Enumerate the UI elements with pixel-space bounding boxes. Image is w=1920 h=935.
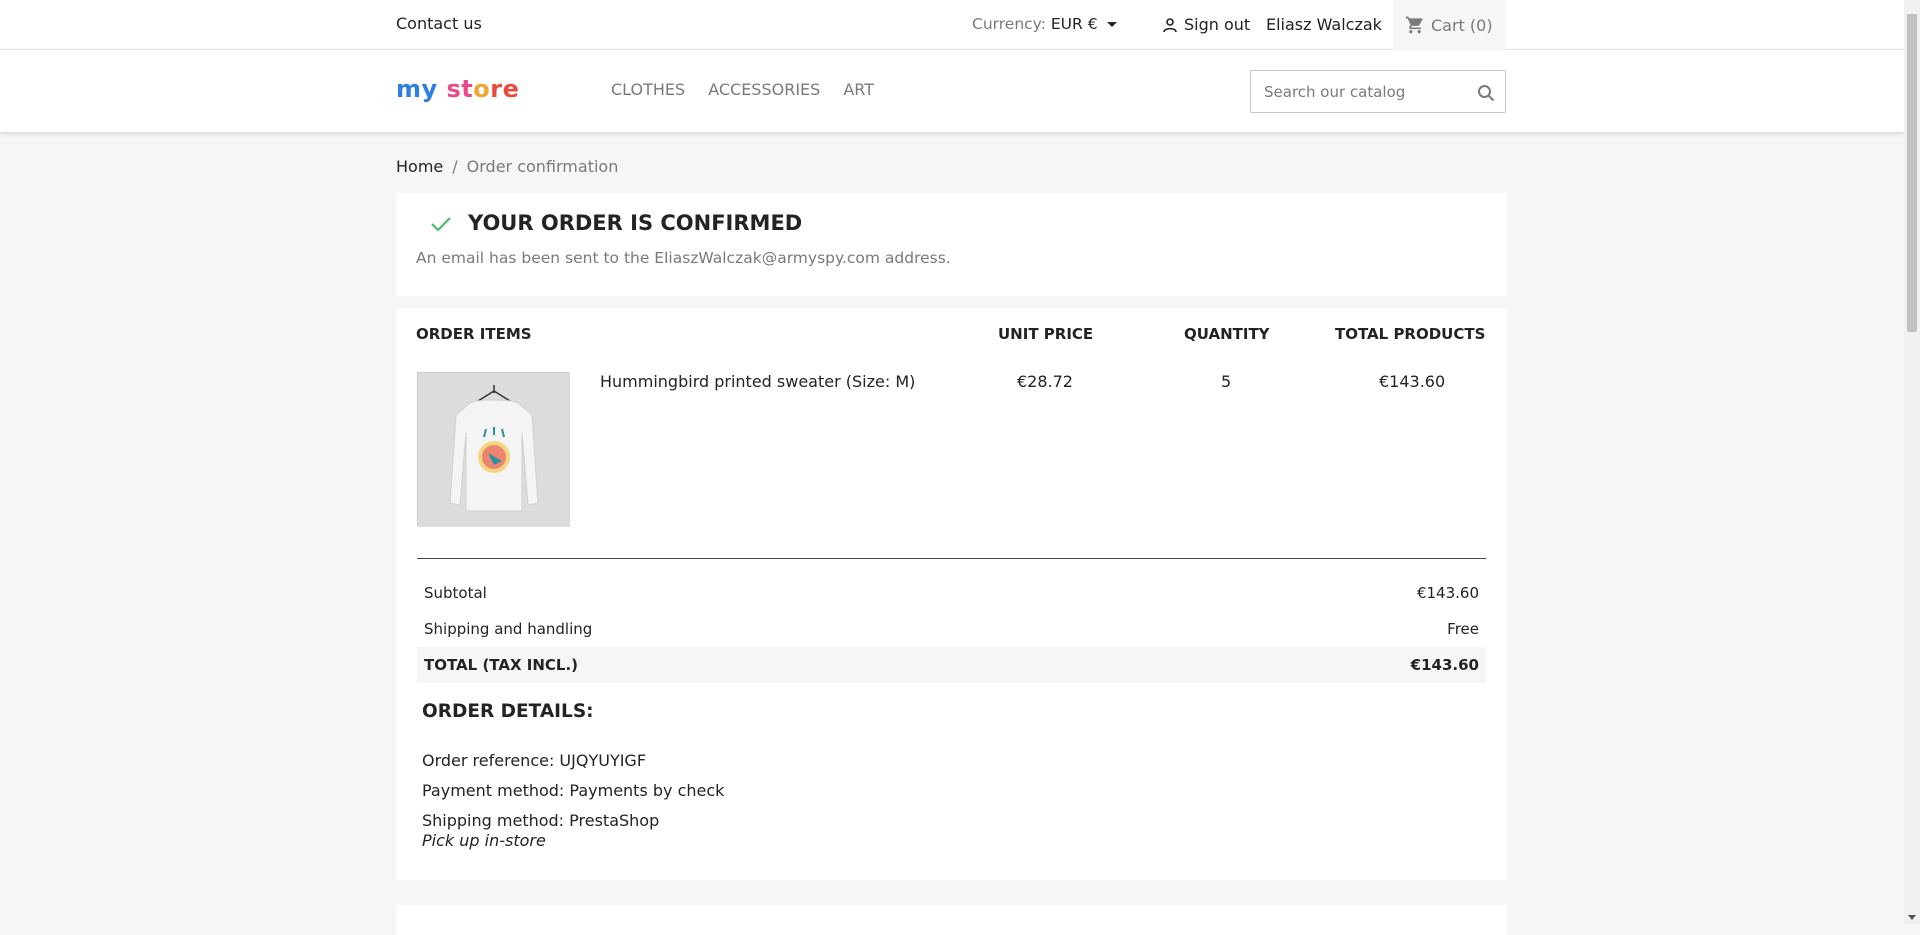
sweater-illustration xyxy=(418,373,570,527)
menu-item-accessories[interactable]: Accessories xyxy=(708,80,820,99)
total-value: €143.60 xyxy=(1410,656,1479,674)
payment-method: Payment method: Payments by check xyxy=(422,781,725,800)
subtotal-label: Subtotal xyxy=(424,584,487,602)
main-menu: Clothes Accessories Art xyxy=(611,80,874,99)
search-input[interactable] xyxy=(1262,82,1462,102)
menu-item-art[interactable]: Art xyxy=(843,80,874,99)
order-items-card: Order items Unit price Quantity Total pr… xyxy=(396,308,1507,880)
cart-button[interactable]: Cart (0) xyxy=(1393,0,1506,50)
product-quantity: 5 xyxy=(1221,372,1232,391)
currency-selector[interactable]: Currency: EUR € xyxy=(972,15,1117,33)
subtotal-row: Subtotal €143.60 xyxy=(417,575,1486,611)
breadcrumb-separator: / xyxy=(452,157,458,176)
search-icon[interactable] xyxy=(1477,84,1495,102)
store-logo[interactable]: my store xyxy=(396,75,519,103)
shipping-row: Shipping and handling Free xyxy=(417,611,1486,647)
shopping-cart-icon xyxy=(1405,16,1423,34)
product-unit-price: €28.72 xyxy=(1017,372,1073,391)
shipping-value: Free xyxy=(1447,620,1479,638)
cart-count: (0) xyxy=(1469,15,1493,35)
product-image xyxy=(417,372,570,527)
confirmation-card: Your order is confirmed An email has bee… xyxy=(396,193,1507,296)
caret-down-icon xyxy=(1106,22,1117,27)
product-name-link[interactable]: Hummingbird printed sweater (Size: M) xyxy=(600,372,915,391)
top-nav: Contact us Currency: EUR € Sign out Elia… xyxy=(0,0,1904,50)
cart-label: Cart xyxy=(1431,15,1465,35)
user-icon xyxy=(1163,17,1177,32)
currency-value: EUR € xyxy=(1050,15,1098,33)
search-box xyxy=(1250,70,1506,113)
confirmation-message: An email has been sent to the EliaszWalc… xyxy=(416,249,951,267)
check-icon xyxy=(431,217,451,232)
sign-out-label: Sign out xyxy=(1184,15,1251,34)
confirmation-title: Your order is confirmed xyxy=(468,211,803,235)
breadcrumb-home[interactable]: Home xyxy=(396,157,443,176)
total-row: TOTAL (TAX INCL.) €143.60 xyxy=(417,647,1486,683)
shipping-method: Shipping method: PrestaShop xyxy=(422,811,660,830)
breadcrumb-current: Order confirmation xyxy=(466,157,619,176)
breadcrumb: Home / Order confirmation xyxy=(396,157,618,176)
menu-item-clothes[interactable]: Clothes xyxy=(611,80,685,99)
divider xyxy=(417,558,1486,559)
header-unit-price: Unit price xyxy=(998,325,1094,343)
vertical-scrollbar[interactable] xyxy=(1904,0,1920,924)
scroll-down-arrow-icon[interactable] xyxy=(1908,915,1916,920)
total-label: TOTAL (TAX INCL.) xyxy=(424,656,579,674)
contact-us-link[interactable]: Contact us xyxy=(396,14,482,33)
order-details-title: Order details: xyxy=(422,701,594,722)
sign-out-link[interactable]: Sign out xyxy=(1162,15,1250,34)
currency-label: Currency: xyxy=(972,15,1046,33)
order-reference: Order reference: UJQYUYIGF xyxy=(422,751,647,770)
shipping-note: Pick up in-store xyxy=(422,831,546,850)
account-name-link[interactable]: Eliasz Walczak xyxy=(1266,15,1382,34)
next-card xyxy=(396,905,1507,935)
header-total-products: Total products xyxy=(1335,325,1486,343)
subtotal-value: €143.60 xyxy=(1416,584,1479,602)
shipping-label: Shipping and handling xyxy=(424,620,593,638)
header-quantity: Quantity xyxy=(1184,325,1270,343)
site-header: my store Clothes Accessories Art xyxy=(0,50,1904,132)
product-total: €143.60 xyxy=(1379,372,1446,391)
header-order-items: Order items xyxy=(416,325,532,343)
scrollbar-thumb[interactable] xyxy=(1907,14,1917,332)
